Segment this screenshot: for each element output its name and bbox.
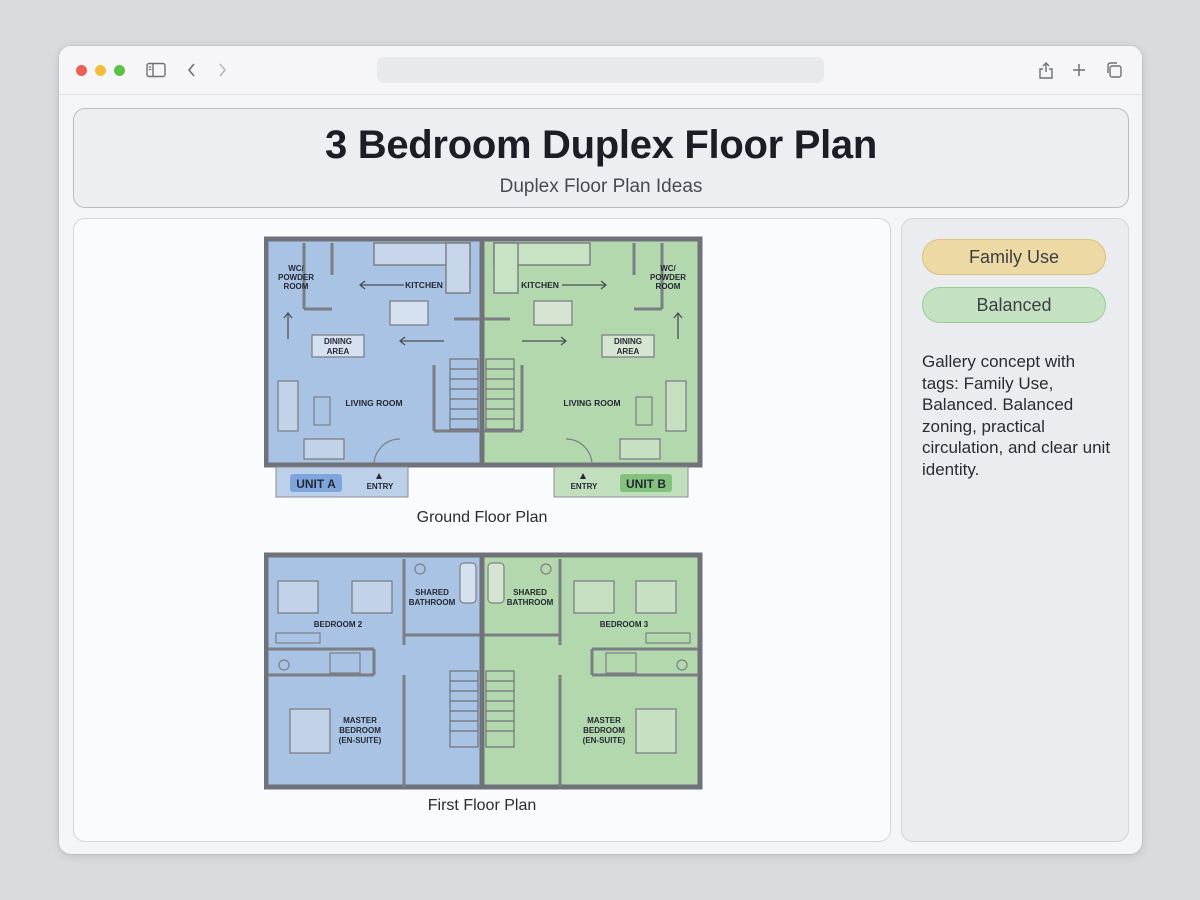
svg-text:(EN-SUITE): (EN-SUITE)	[339, 736, 382, 745]
svg-text:BEDROOM: BEDROOM	[583, 726, 625, 735]
minimize-window-button[interactable]	[95, 65, 106, 76]
svg-text:MASTER: MASTER	[587, 716, 621, 725]
svg-text:POWDER: POWDER	[278, 273, 314, 282]
address-bar[interactable]	[377, 57, 824, 83]
share-icon[interactable]	[1034, 58, 1058, 82]
svg-text:BEDROOM: BEDROOM	[339, 726, 381, 735]
ground-floor-plan: WC/ POWDER ROOM KITCHEN DINING AREA LIVI…	[264, 236, 703, 498]
svg-text:(EN-SUITE): (EN-SUITE)	[583, 736, 626, 745]
tabs-icon[interactable]	[1102, 58, 1126, 82]
svg-text:KITCHEN: KITCHEN	[405, 280, 443, 290]
close-window-button[interactable]	[76, 65, 87, 76]
svg-text:POWDER: POWDER	[650, 273, 686, 282]
svg-text:BEDROOM 2: BEDROOM 2	[314, 620, 363, 629]
svg-text:BEDROOM 3: BEDROOM 3	[600, 620, 649, 629]
zoom-window-button[interactable]	[114, 65, 125, 76]
svg-text:SHARED: SHARED	[513, 588, 547, 597]
svg-text:KITCHEN: KITCHEN	[521, 280, 559, 290]
ground-floor-caption: Ground Floor Plan	[416, 509, 548, 526]
svg-text:ROOM: ROOM	[656, 282, 681, 291]
first-floor-plan: BEDROOM 2 SHARED BATHROOM MASTER BEDROOM…	[264, 552, 703, 790]
gallery-description: Gallery concept with tags: Family Use, B…	[922, 352, 1111, 479]
page-subtitle: Duplex Floor Plan Ideas	[499, 176, 703, 197]
plus-icon[interactable]	[1067, 58, 1091, 82]
svg-text:BATHROOM: BATHROOM	[507, 598, 554, 607]
tag-balanced[interactable]: Balanced	[922, 287, 1106, 323]
svg-text:ROOM: ROOM	[284, 282, 309, 291]
browser-window: 3 Bedroom Duplex Floor Plan Duplex Floor…	[59, 46, 1142, 854]
svg-text:UNIT A: UNIT A	[296, 477, 336, 491]
svg-text:MASTER: MASTER	[343, 716, 377, 725]
svg-text:DINING: DINING	[324, 337, 352, 346]
svg-text:UNIT B: UNIT B	[626, 477, 666, 491]
header-card: 3 Bedroom Duplex Floor Plan Duplex Floor…	[73, 108, 1129, 208]
svg-text:ENTRY: ENTRY	[571, 482, 598, 491]
svg-text:WC/: WC/	[288, 264, 304, 273]
tags-sidebar: Family Use Balanced Gallery concept with…	[901, 218, 1129, 842]
back-arrow-icon[interactable]	[180, 58, 204, 82]
first-floor-caption: First Floor Plan	[427, 797, 537, 814]
svg-text:LIVING ROOM: LIVING ROOM	[345, 398, 402, 408]
svg-text:WC/: WC/	[660, 264, 676, 273]
tag-family-use[interactable]: Family Use	[922, 239, 1106, 275]
svg-text:DINING: DINING	[614, 337, 642, 346]
sidebar-icon[interactable]	[144, 58, 168, 82]
svg-text:SHARED: SHARED	[415, 588, 449, 597]
svg-text:AREA: AREA	[617, 347, 640, 356]
forward-arrow-icon[interactable]	[210, 58, 234, 82]
browser-toolbar	[59, 46, 1142, 95]
svg-text:LIVING ROOM: LIVING ROOM	[563, 398, 620, 408]
page-title: 3 Bedroom Duplex Floor Plan	[325, 123, 877, 167]
floor-plan-panel: WC/ POWDER ROOM KITCHEN DINING AREA LIVI…	[73, 218, 891, 842]
svg-text:AREA: AREA	[327, 347, 350, 356]
svg-text:BATHROOM: BATHROOM	[409, 598, 456, 607]
svg-text:ENTRY: ENTRY	[367, 482, 394, 491]
